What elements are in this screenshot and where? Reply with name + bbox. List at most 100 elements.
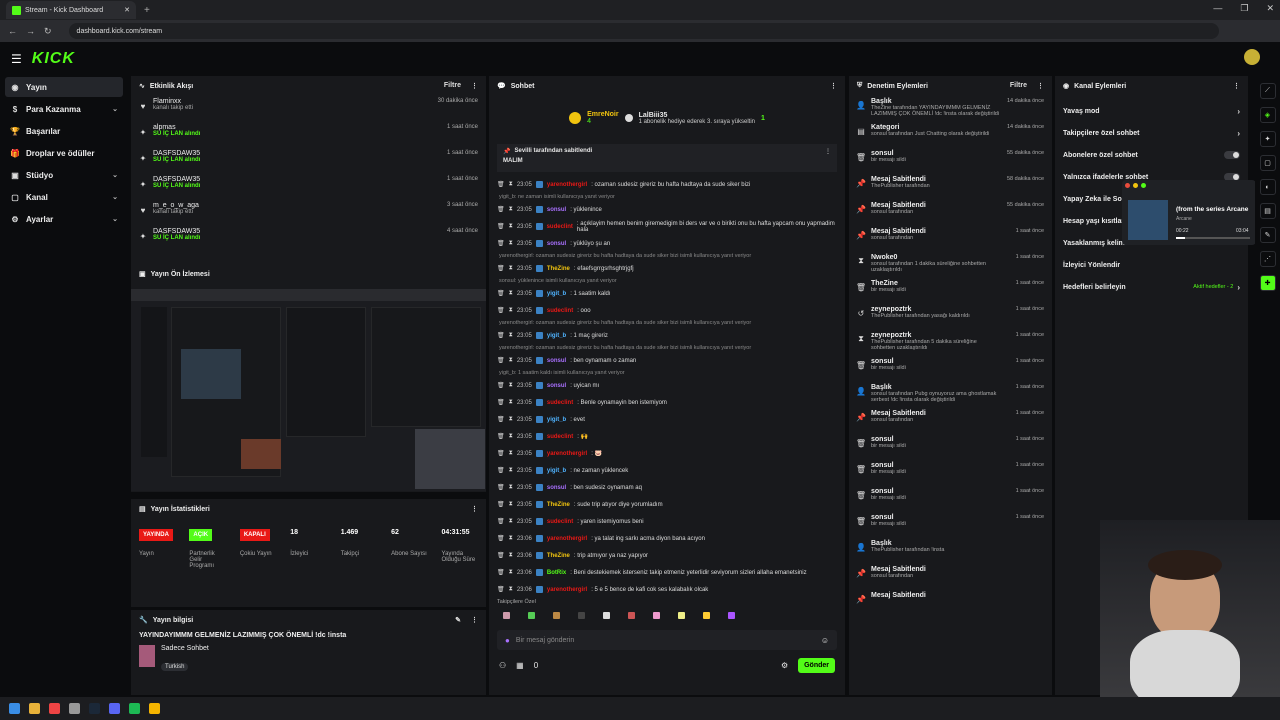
channel-action-item[interactable]: İzleyici Yönlendir — [1055, 254, 1248, 276]
chat-username[interactable]: TheZine — [547, 502, 570, 508]
toolbar-icon[interactable]: ✚ — [1259, 275, 1276, 291]
trash-icon[interactable]: 🗑 — [497, 416, 505, 423]
chat-message[interactable]: 🗑 ⧗ 23:05 sonsul: ben sudesiz oynamam aq — [489, 479, 845, 496]
stats-more-icon[interactable]: ⋮ — [471, 505, 478, 513]
trash-icon[interactable]: 🗑 — [497, 357, 505, 364]
toolbar-icon[interactable]: ▢ — [1259, 155, 1276, 171]
chat-username[interactable]: sonsul — [547, 358, 566, 364]
emote-icon[interactable] — [578, 611, 585, 619]
back-icon[interactable]: ← — [8, 26, 17, 36]
hourglass-icon[interactable]: ⧗ — [509, 399, 513, 406]
chat-username[interactable]: sonsul — [547, 207, 566, 213]
chat-message[interactable]: 🗑 ⧗ 23:06 yarenothergirl: 5 e 5 bence de ka… — [489, 581, 845, 596]
toolbar-icon[interactable]: ◐ — [1259, 179, 1276, 195]
chat-username[interactable]: sudeclint — [547, 308, 573, 314]
trash-icon[interactable]: 🗑 — [497, 382, 505, 389]
chevron-right-icon[interactable]: › — [1237, 107, 1240, 116]
chat-settings-icon[interactable]: ⚙ — [781, 661, 788, 670]
emote-icon[interactable] — [628, 611, 635, 619]
chevron-right-icon[interactable]: › — [1237, 129, 1240, 138]
hourglass-icon[interactable]: ⧗ — [509, 586, 513, 593]
chat-username[interactable]: sudeclint — [547, 434, 573, 440]
hourglass-icon[interactable]: ⧗ — [509, 518, 513, 525]
pinned-message[interactable]: 📌 Sevilli tarafından sabitlendi ⋮ MALIM — [497, 144, 837, 172]
hourglass-icon[interactable]: ⧗ — [509, 433, 513, 440]
browser-tab[interactable]: Stream - Kick Dashboard ✕ — [6, 1, 136, 19]
trash-icon[interactable]: 🗑 — [497, 206, 505, 213]
chat-message[interactable]: 🗑 ⧗ 23:05 sonsul: yüklüyo şu an — [489, 235, 845, 252]
emote-icon[interactable] — [728, 611, 735, 619]
channel-action-item[interactable]: Yavaş mod › — [1055, 100, 1248, 122]
hourglass-icon[interactable]: ⧗ — [509, 450, 513, 457]
chat-message[interactable]: 🗑 ⧗ 23:05 sonsul: yüklenince — [489, 201, 845, 218]
emote-icon[interactable] — [703, 611, 710, 619]
channel-action-item[interactable]: Hedefleri belirleyin Aktif hedefler - 2 › — [1055, 276, 1248, 298]
sidebar-item-5[interactable]: ▢ Kanal ⌄ — [5, 187, 123, 207]
steam-icon[interactable] — [89, 703, 100, 714]
chat-message[interactable]: 🗑 ⧗ 23:05 yigit_b: evet — [489, 411, 845, 428]
trash-icon[interactable]: 🗑 — [497, 484, 505, 491]
spotify-icon[interactable] — [129, 703, 140, 714]
info-more-icon[interactable]: ⋮ — [471, 616, 478, 624]
trash-icon[interactable]: 🗑 — [497, 535, 505, 542]
chat-username[interactable]: sonsul — [547, 241, 566, 247]
hourglass-icon[interactable]: ⧗ — [509, 501, 513, 508]
unpin-icon[interactable]: ⋮ — [825, 148, 831, 155]
kick-logo[interactable]: KICK — [32, 50, 75, 68]
channel-action-item[interactable]: Takipçilere özel sohbet › — [1055, 122, 1248, 144]
activity-filter-button[interactable]: Filtre — [444, 82, 461, 90]
chat-message[interactable]: 🗑 ⧗ 23:05 sonsul: ben oynamam o zaman — [489, 352, 845, 369]
chat-message[interactable]: 🗑 ⧗ 23:05 yarenothergirl: 🐷 — [489, 445, 845, 462]
trash-icon[interactable]: 🗑 — [497, 240, 505, 247]
hourglass-icon[interactable]: ⧗ — [509, 552, 513, 559]
trash-icon[interactable]: 🗑 — [497, 433, 505, 440]
sidebar-item-1[interactable]: $ Para Kazanma ⌄ — [5, 99, 123, 119]
chat-username[interactable]: yigit_b — [547, 291, 566, 297]
edit-icon[interactable]: ✎ — [455, 616, 461, 624]
chat-username[interactable]: sonsul — [547, 383, 566, 389]
hourglass-icon[interactable]: ⧗ — [509, 223, 513, 230]
trash-icon[interactable]: 🗑 — [497, 450, 505, 457]
trash-icon[interactable]: 🗑 — [497, 290, 505, 297]
tab-close-icon[interactable]: ✕ — [124, 6, 130, 14]
trash-icon[interactable]: 🗑 — [497, 307, 505, 314]
hourglass-icon[interactable]: ⧗ — [509, 206, 513, 213]
trash-icon[interactable]: 🗑 — [497, 569, 505, 576]
hourglass-icon[interactable]: ⧗ — [509, 181, 513, 188]
chevron-right-icon[interactable]: › — [1237, 283, 1240, 292]
chat-username[interactable]: TheZine — [547, 553, 570, 559]
chat-username[interactable]: sudeclint — [547, 224, 573, 230]
hourglass-icon[interactable]: ⧗ — [509, 467, 513, 474]
sidebar-item-3[interactable]: 🎁 Droplar ve ödüller — [5, 143, 123, 163]
chat-message[interactable]: 🗑 ⧗ 23:05 yigit_b: 1 saatim kaldı — [489, 285, 845, 302]
chat-message[interactable]: 🗑 ⧗ 23:05 sudeclint: 🙌 — [489, 428, 845, 445]
chrome-icon[interactable] — [149, 703, 160, 714]
start-icon[interactable] — [9, 703, 20, 714]
send-button[interactable]: Gönder — [798, 658, 835, 673]
stream-preview-video[interactable] — [131, 289, 486, 491]
toolbar-icon[interactable]: ⋰ — [1259, 251, 1276, 267]
chat-input[interactable]: ● Bir mesaj gönderin ☺ — [497, 630, 837, 650]
chat-username[interactable]: yigit_b — [547, 468, 566, 474]
user-avatar[interactable] — [1244, 49, 1260, 65]
hourglass-icon[interactable]: ⧗ — [509, 265, 513, 272]
hourglass-icon[interactable]: ⧗ — [509, 290, 513, 297]
chat-message[interactable]: 🗑 ⧗ 23:05 sudeclint: yaren istemiyomus beni — [489, 513, 845, 530]
hourglass-icon[interactable]: ⧗ — [509, 569, 513, 576]
url-input[interactable]: dashboard.kick.com/stream — [68, 23, 1219, 39]
hourglass-icon[interactable]: ⧗ — [509, 307, 513, 314]
chat-message[interactable]: 🗑 ⧗ 23:05 yigit_b: 1 maç gireriz — [489, 327, 845, 344]
chat-message[interactable]: 🗑 ⧗ 23:05 TheZine: efaefsgrrgsrhsghtrjgfj — [489, 260, 845, 277]
sidebar-item-6[interactable]: ⚙ Ayarlar ⌄ — [5, 209, 123, 229]
chat-message[interactable]: 🗑 ⧗ 23:05 yarenothergirl: ozaman sudesiz gi… — [489, 176, 845, 193]
hourglass-icon[interactable]: ⧗ — [509, 382, 513, 389]
chat-message[interactable]: 🗑 ⧗ 23:06 BotRix: Beni destekiemek istersen… — [489, 564, 845, 581]
chat-username[interactable]: yarenothergirl — [547, 182, 587, 188]
emoji-icon[interactable]: ☺ — [821, 636, 829, 645]
hourglass-icon[interactable]: ⧗ — [509, 484, 513, 491]
trash-icon[interactable]: 🗑 — [497, 467, 505, 474]
chat-username[interactable]: yigit_b — [547, 417, 566, 423]
hourglass-icon[interactable]: ⧗ — [509, 535, 513, 542]
chat-message[interactable]: 🗑 ⧗ 23:06 yarenothergirl: ya talat ing sark… — [489, 530, 845, 547]
trash-icon[interactable]: 🗑 — [497, 552, 505, 559]
